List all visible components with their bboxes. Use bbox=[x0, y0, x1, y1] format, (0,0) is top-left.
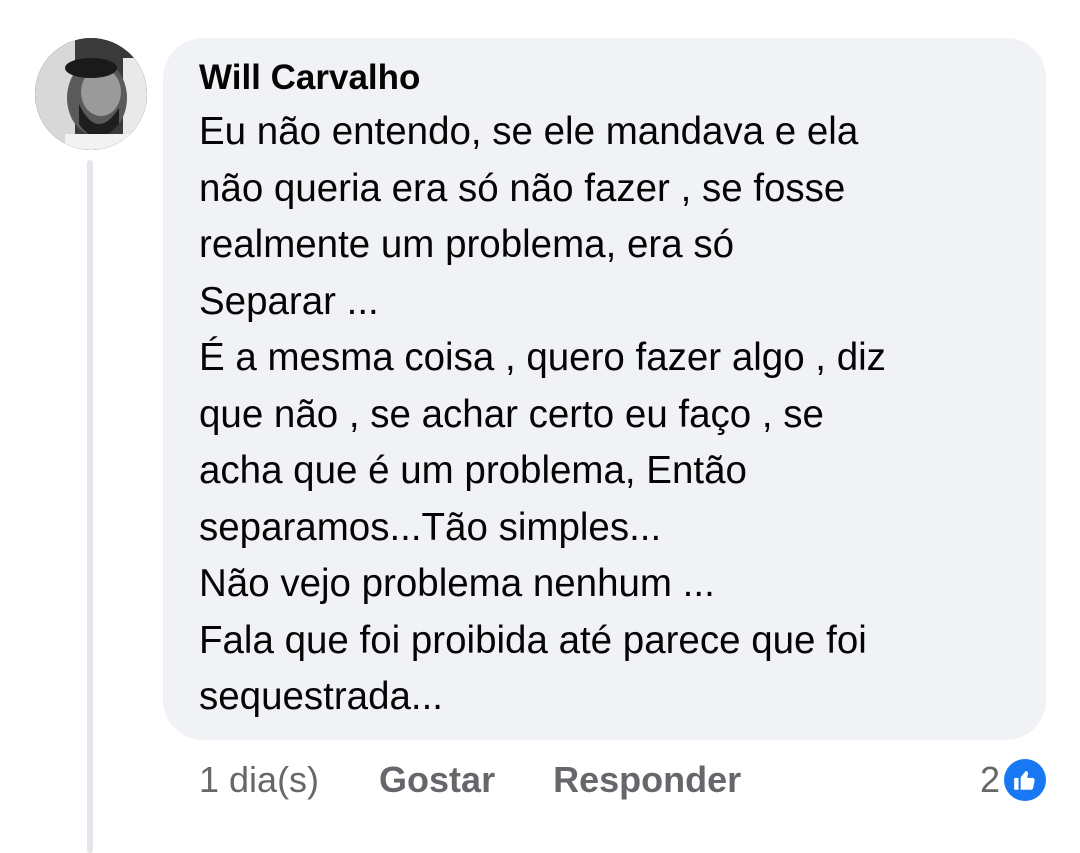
avatar[interactable] bbox=[35, 38, 147, 150]
comment-line: Eu não entendo, se ele mandava e ela bbox=[199, 110, 859, 153]
comment-line: É a mesma coisa , quero fazer algo , diz bbox=[199, 336, 886, 379]
reaction-summary[interactable]: 2 bbox=[980, 758, 1046, 802]
comment-actions: 1 dia(s) Gostar Responder bbox=[199, 758, 799, 802]
comment-thread: Will Carvalho Eu não entendo, se ele man… bbox=[0, 0, 1080, 853]
comment-line: não queria era só não fazer , se fosse bbox=[199, 166, 846, 210]
comment-line: sequestrada... bbox=[199, 675, 443, 718]
author-name[interactable]: Will Carvalho bbox=[199, 56, 1016, 100]
thread-line bbox=[87, 160, 93, 853]
comment-bubble: Will Carvalho Eu não entendo, se ele man… bbox=[163, 38, 1046, 740]
comment-line: que não , se achar certo eu faço , se bbox=[199, 392, 824, 436]
reply-button[interactable]: Responder bbox=[553, 759, 741, 801]
profile-photo-icon bbox=[35, 38, 147, 150]
comment-line: Não vejo problema nenhum ... bbox=[199, 562, 715, 605]
comment-line: realmente um problema, era só bbox=[199, 223, 734, 266]
comment-timestamp[interactable]: 1 dia(s) bbox=[199, 759, 319, 801]
comment-line: Separar ... bbox=[199, 279, 379, 323]
like-button[interactable]: Gostar bbox=[379, 759, 495, 801]
comment-line: Fala que foi proibida até parece que foi bbox=[199, 618, 867, 662]
comment-line: acha que é um problema, Então bbox=[199, 449, 747, 492]
comment-line: separamos...Tão simples... bbox=[199, 505, 662, 549]
reaction-count: 2 bbox=[979, 759, 1000, 800]
comment-text: Eu não entendo, se ele mandava e ela não… bbox=[199, 104, 1016, 726]
like-thumb-icon bbox=[1004, 759, 1046, 801]
